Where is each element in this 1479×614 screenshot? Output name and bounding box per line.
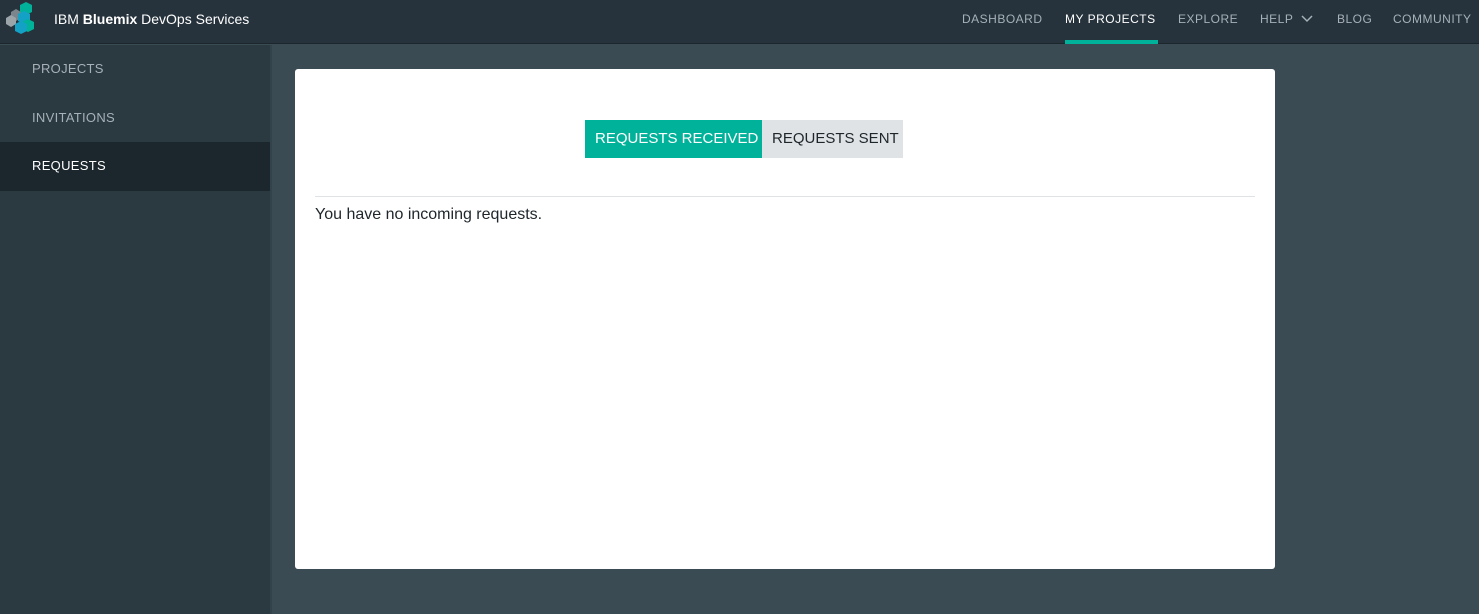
nav-blog[interactable]: BLOG — [1337, 12, 1372, 44]
sidebar-item-projects[interactable]: PROJECTS — [0, 45, 270, 94]
brand-title: IBM Bluemix DevOps Services — [54, 11, 250, 27]
nav-my-projects[interactable]: MY PROJECTS — [1065, 12, 1158, 44]
empty-state-message: You have no incoming requests. — [315, 206, 543, 223]
chevron-down-icon — [1301, 15, 1313, 23]
sidebar: PROJECTS INVITATIONS REQUESTS — [0, 45, 270, 614]
sidebar-item-requests[interactable]: REQUESTS — [0, 142, 270, 191]
sidebar-item-invitations[interactable]: INVITATIONS — [0, 94, 270, 143]
nav-help[interactable]: HELP — [1260, 12, 1313, 44]
nav-community[interactable]: COMMUNITY — [1393, 12, 1472, 44]
top-navigation-bar: IBM Bluemix DevOps Services DASHBOARD MY… — [0, 0, 1479, 44]
nav-help-label: HELP — [1260, 12, 1294, 26]
tab-requests-sent[interactable]: REQUESTS SENT — [762, 120, 903, 158]
tab-requests-received[interactable]: REQUESTS RECEIVED — [585, 120, 762, 158]
sidebar-divider — [270, 45, 272, 614]
requests-panel: REQUESTS RECEIVED REQUESTS SENT You have… — [295, 69, 1275, 569]
bluemix-hexagon-logo-icon — [6, 2, 34, 34]
nav-dashboard[interactable]: DASHBOARD — [962, 12, 1043, 44]
divider — [315, 196, 1255, 197]
nav-explore[interactable]: EXPLORE — [1178, 12, 1238, 44]
